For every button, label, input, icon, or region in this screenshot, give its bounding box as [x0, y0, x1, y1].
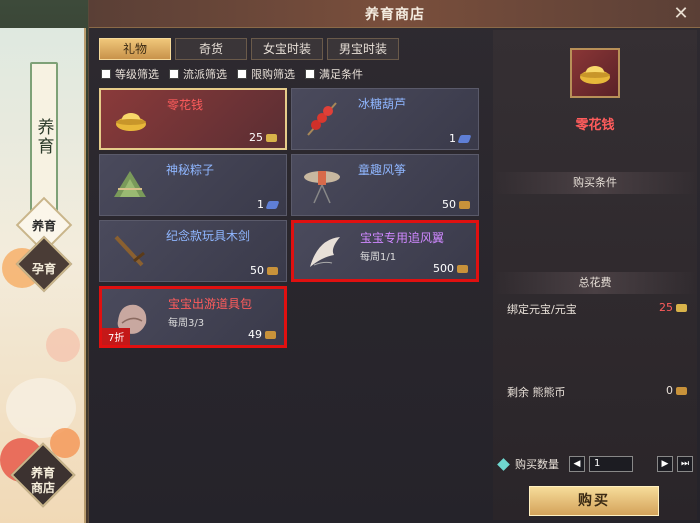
total-cost-header: 总花费 — [493, 272, 697, 294]
tab-girl-fashion[interactable]: 女宝时装 — [251, 38, 323, 60]
balance-row: 剩余 熊熊币 0 — [507, 384, 687, 400]
candied-haws-icon — [298, 95, 346, 143]
filter-school[interactable]: 流派筛选 — [169, 66, 227, 82]
purchase-conditions-header: 购买条件 — [493, 172, 697, 194]
discount-badge: 7折 — [102, 328, 131, 345]
item-name: 宝宝专用追风翼 — [360, 231, 445, 245]
item-detail-panel: 零花钱 购买条件 总花费 绑定元宝/元宝 25 剩余 熊熊币 0 购买数量 ◀ … — [493, 30, 697, 520]
quantity-label: 购买数量 — [515, 458, 559, 471]
item-name: 神秘粽子 — [166, 163, 215, 177]
filter-eligible[interactable]: 满足条件 — [305, 66, 363, 82]
shop-item-card[interactable]: 宝宝专用追风翼 每周1/1 500 — [291, 220, 479, 282]
quantity-max-button[interactable]: ⏭ — [677, 456, 693, 472]
flower-decoration — [46, 328, 80, 362]
shop-item-card[interactable]: 童趣风筝 50 — [291, 154, 479, 216]
item-weekly-limit: 每周3/3 — [168, 318, 205, 329]
side-title: 养育 — [33, 118, 54, 156]
cost-amount: 25 — [659, 301, 673, 314]
filter-school-label: 流派筛选 — [183, 68, 227, 81]
kite-icon — [298, 161, 346, 209]
filter-limit[interactable]: 限购筛选 — [237, 66, 295, 82]
blue-gem-currency-icon — [457, 134, 472, 143]
quantity-plus-button[interactable]: ▶ — [657, 456, 673, 472]
wing-icon — [300, 229, 348, 277]
item-price: 49 — [248, 328, 276, 341]
item-name: 冰糖葫芦 — [358, 97, 407, 111]
nav-shop-label[interactable]: 养育 商店 — [13, 466, 73, 496]
bronze-coin-currency-icon — [457, 264, 468, 273]
item-name: 纪念款玩具木剑 — [166, 229, 251, 243]
shop-item-card[interactable]: 纪念款玩具木剑 50 — [99, 220, 287, 282]
close-icon[interactable]: ✕ — [671, 4, 691, 24]
side-panel: 养育 养育 孕育 养育 商店 — [0, 28, 86, 523]
zongzi-icon — [106, 161, 154, 209]
side-title-scroll: 养育 — [30, 62, 58, 212]
shop-item-card[interactable]: 零花钱 25 — [99, 88, 287, 150]
shop-item-card[interactable]: 宝宝出游道具包 每周3/3 7折 49 — [99, 286, 287, 348]
bronze-coin-currency-icon — [265, 330, 276, 339]
tab-boy-fashion[interactable]: 男宝时装 — [327, 38, 399, 60]
filter-level-checkbox[interactable] — [101, 69, 111, 79]
filter-school-checkbox[interactable] — [169, 69, 179, 79]
balance-value: 0 — [666, 384, 687, 397]
bronze-coin-currency-icon — [267, 266, 278, 275]
item-price: 1 — [257, 198, 280, 211]
nav-nurture-label[interactable]: 养育 — [14, 219, 74, 234]
filter-limit-checkbox[interactable] — [237, 69, 247, 79]
balance-amount: 0 — [666, 384, 673, 397]
filter-eligible-label: 满足条件 — [319, 68, 363, 81]
item-price: 50 — [250, 264, 278, 277]
filter-limit-label: 限购筛选 — [251, 68, 295, 81]
item-price: 500 — [433, 262, 468, 275]
nav-pregnancy-label[interactable]: 孕育 — [14, 262, 74, 277]
tab-gifts[interactable]: 礼物 — [99, 38, 171, 60]
filter-bar: 等级筛选 流派筛选 限购筛选 满足条件 — [101, 66, 363, 82]
cost-row: 绑定元宝/元宝 25 — [507, 301, 687, 317]
gold-ingot-icon — [107, 96, 155, 144]
item-price-value: 25 — [249, 131, 263, 144]
quantity-input[interactable]: 1 — [589, 456, 633, 472]
item-price-value: 500 — [433, 262, 454, 275]
gold-ingot-icon — [570, 48, 620, 98]
item-name: 童趣风筝 — [358, 163, 407, 177]
cost-label: 绑定元宝/元宝 — [507, 303, 577, 316]
item-price-value: 50 — [250, 264, 264, 277]
cost-value: 25 — [659, 301, 687, 314]
diamond-icon — [497, 457, 510, 471]
bronze-coin-currency-icon — [459, 200, 470, 209]
item-price: 1 — [449, 132, 472, 145]
shop-item-card[interactable]: 冰糖葫芦 1 — [291, 88, 479, 150]
filter-level-label: 等级筛选 — [115, 68, 159, 81]
tab-rare-goods[interactable]: 奇货 — [175, 38, 247, 60]
blue-gem-currency-icon — [265, 200, 280, 209]
shop-window: 养育商店 ✕ 礼物 奇货 女宝时装 男宝时装 等级筛选 流派筛选 限购筛选 满足… — [88, 0, 700, 523]
balance-label: 剩余 熊熊币 — [507, 386, 566, 399]
detail-item-name: 零花钱 — [575, 118, 615, 133]
item-weekly-limit: 每周1/1 — [360, 252, 397, 263]
wooden-sword-icon — [106, 227, 154, 275]
item-name: 宝宝出游道具包 — [168, 297, 253, 311]
bear-coin-icon — [676, 386, 687, 395]
item-price-value: 1 — [449, 132, 456, 145]
item-grid: 零花钱 25 冰糖葫芦 1 神秘粽子 1 童趣风筝 50 纪念款玩具木剑 50 … — [99, 88, 489, 518]
item-price: 25 — [249, 131, 277, 144]
filter-eligible-checkbox[interactable] — [305, 69, 315, 79]
buy-button[interactable]: 购买 — [529, 486, 659, 516]
shop-item-card[interactable]: 神秘粽子 1 — [99, 154, 287, 216]
quantity-stepper: 购买数量 ◀ 1 ▶ ⏭ — [497, 456, 693, 472]
gold-ingot-currency-icon — [266, 133, 277, 142]
item-price-value: 49 — [248, 328, 262, 341]
gold-ingot-currency-icon — [676, 303, 687, 312]
category-tabs: 礼物 奇货 女宝时装 男宝时装 — [99, 38, 399, 60]
title-bar: 养育商店 ✕ — [89, 0, 700, 28]
filter-level[interactable]: 等级筛选 — [101, 66, 159, 82]
item-price: 50 — [442, 198, 470, 211]
item-name: 零花钱 — [167, 98, 204, 112]
quantity-min-button[interactable]: ◀ — [569, 456, 585, 472]
item-price-value: 50 — [442, 198, 456, 211]
window-title: 养育商店 — [365, 6, 425, 23]
item-price-value: 1 — [257, 198, 264, 211]
